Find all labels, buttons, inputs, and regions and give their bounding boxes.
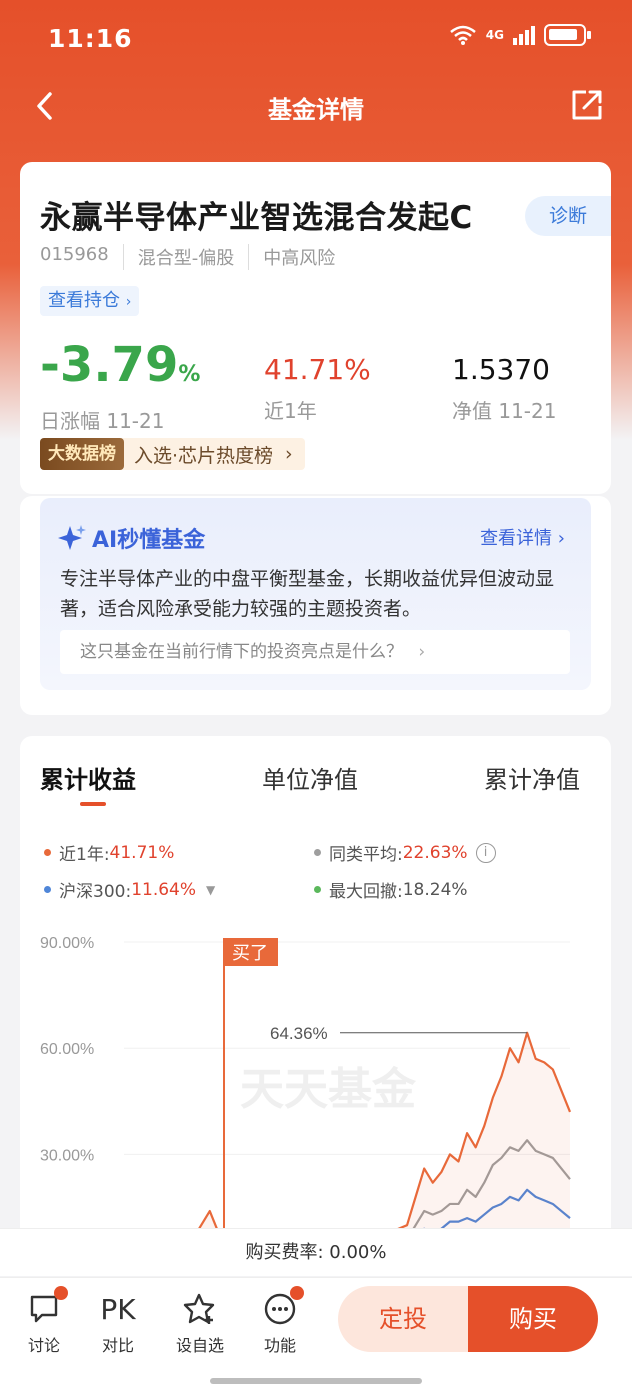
watermark-text: 天天基金 bbox=[240, 1064, 417, 1115]
status-icons: 4G bbox=[448, 24, 591, 46]
legend-dot bbox=[44, 886, 51, 893]
ai-title: AI秒懂基金 bbox=[58, 522, 205, 554]
ai-description: 专注半导体产业的中盘平衡型基金，长期收益优异但波动显著，适合风险承受能力较强的主… bbox=[60, 568, 555, 620]
status-time: 11:16 bbox=[48, 24, 133, 53]
discuss-button[interactable]: 讨论 bbox=[12, 1286, 76, 1356]
watchlist-label: 设自选 bbox=[175, 1336, 224, 1355]
chevron-right-icon: › bbox=[418, 642, 426, 662]
legend-dot bbox=[314, 849, 321, 856]
ranking-tag[interactable]: 大数据榜 入选·芯片热度榜 › bbox=[40, 438, 305, 470]
fund-code: 015968 bbox=[40, 244, 109, 265]
nav-value: 1.5370 bbox=[452, 353, 550, 386]
chevron-right-icon: › bbox=[125, 294, 132, 310]
fund-meta: 015968 混合型-偏股 中高风险 bbox=[40, 244, 349, 270]
performance-chart-card: 累计收益 单位净值 累计净值 近1年: 41.71% 同类平均: 22.63% i … bbox=[20, 736, 611, 1256]
buy-button[interactable]: 购买 bbox=[468, 1286, 598, 1352]
network-label: 4G bbox=[485, 28, 504, 42]
y-tick-label: 30.00% bbox=[40, 1147, 94, 1164]
status-bar: 11:16 4G bbox=[0, 0, 632, 78]
legend-index[interactable]: 沪深300: 11.64% ▼ bbox=[44, 877, 215, 902]
ai-title-label: AI秒懂基金 bbox=[92, 528, 206, 553]
ai-question-text: 这只基金在当前行情下的投资亮点是什么？ bbox=[80, 642, 403, 662]
legend-fund: 近1年: 41.71% bbox=[44, 840, 174, 865]
return-chart[interactable]: 90.00%60.00%30.00%0.00%天天基金买了64.36% bbox=[20, 926, 611, 1256]
ai-summary-panel: AI秒懂基金 查看详情 › 专注半导体产业的中盘平衡型基金，长期收益优异但波动显… bbox=[40, 498, 591, 690]
chevron-right-icon: › bbox=[285, 443, 293, 465]
view-holdings-label: 查看持仓 bbox=[48, 290, 120, 311]
buy-marker-label: 买了 bbox=[232, 943, 268, 964]
add-to-watchlist-button[interactable]: 设自选 bbox=[168, 1292, 232, 1356]
nav-bar: 基金详情 bbox=[0, 78, 632, 134]
chevron-right-icon: › bbox=[557, 528, 565, 549]
caret-down-icon: ▼ bbox=[206, 882, 216, 897]
daily-change-value: -3.79% bbox=[40, 337, 201, 393]
notification-dot bbox=[54, 1286, 68, 1300]
ai-summary-card: AI秒懂基金 查看详情 › 专注半导体产业的中盘平衡型基金，长期收益优异但波动显… bbox=[20, 496, 611, 715]
legend-dot bbox=[314, 886, 321, 893]
bottom-action-bar: 讨论 PK 对比 设自选 功能 定投 购买 bbox=[0, 1277, 632, 1400]
ai-question-prompt[interactable]: 这只基金在当前行情下的投资亮点是什么？ › bbox=[60, 630, 570, 674]
legend-peer: 同类平均: 22.63% i bbox=[314, 840, 496, 865]
big-data-badge: 大数据榜 bbox=[40, 438, 124, 470]
y-tick-label: 60.00% bbox=[40, 1041, 94, 1058]
legend-dot bbox=[44, 849, 51, 856]
nav-value-label: 净值 11-21 bbox=[452, 399, 557, 423]
tab-cumulative-return[interactable]: 累计收益 bbox=[40, 760, 136, 795]
share-icon[interactable] bbox=[570, 88, 604, 122]
chart-tabs: 累计收益 单位净值 累计净值 bbox=[20, 760, 611, 820]
sip-button[interactable]: 定投 bbox=[338, 1286, 468, 1352]
compare-button[interactable]: PK 对比 bbox=[86, 1292, 150, 1356]
info-icon[interactable]: i bbox=[475, 842, 496, 863]
daily-change-stat: -3.79% 日涨幅 11-21 bbox=[40, 337, 200, 434]
discuss-label: 讨论 bbox=[27, 1336, 60, 1355]
tab-cumulative-nav[interactable]: 累计净值 bbox=[484, 760, 580, 795]
ai-view-details-link[interactable]: 查看详情 › bbox=[480, 524, 565, 550]
star-plus-icon bbox=[183, 1293, 215, 1324]
fund-risk: 中高风险 bbox=[248, 244, 349, 270]
daily-change-label: 日涨幅 11-21 bbox=[40, 409, 165, 433]
wifi-icon bbox=[449, 25, 476, 45]
year-return-label: 近1年 bbox=[264, 399, 317, 423]
purchase-fee-bar: 购买费率: 0.00% bbox=[0, 1228, 632, 1276]
year-return-value: 41.71% bbox=[264, 353, 371, 386]
fund-type: 混合型-偏股 bbox=[122, 244, 249, 270]
tab-unit-nav[interactable]: 单位净值 bbox=[262, 760, 358, 795]
y-tick-label: 90.00% bbox=[40, 935, 94, 952]
signal-icon bbox=[513, 26, 535, 45]
compare-label: 对比 bbox=[101, 1336, 134, 1355]
active-tab-indicator bbox=[80, 802, 106, 806]
fund-summary-card: 永赢半导体产业智选混合发起C 诊断 015968 混合型-偏股 中高风险 查看持… bbox=[20, 162, 611, 494]
notification-dot bbox=[290, 1286, 304, 1300]
pk-icon: PK bbox=[100, 1292, 136, 1326]
page-title: 基金详情 bbox=[268, 96, 364, 124]
year-return-stat: 41.71% 近1年 bbox=[264, 337, 371, 424]
nav-value-stat: 1.5370 净值 11-21 bbox=[452, 337, 556, 424]
fund-name: 永赢半导体产业智选混合发起C bbox=[40, 200, 473, 236]
legend-drawdown: 最大回撤: 18.24% bbox=[314, 877, 468, 902]
max-value-label: 64.36% bbox=[270, 1024, 328, 1043]
battery-icon bbox=[544, 24, 591, 46]
diagnose-button[interactable]: 诊断 bbox=[525, 196, 611, 236]
view-holdings-button[interactable]: 查看持仓 › bbox=[40, 286, 140, 316]
features-label: 功能 bbox=[263, 1336, 296, 1355]
features-button[interactable]: 功能 bbox=[248, 1286, 312, 1356]
ranking-text: 入选·芯片热度榜 bbox=[134, 444, 274, 467]
home-indicator bbox=[210, 1378, 422, 1384]
sparkle-icon bbox=[58, 525, 86, 550]
